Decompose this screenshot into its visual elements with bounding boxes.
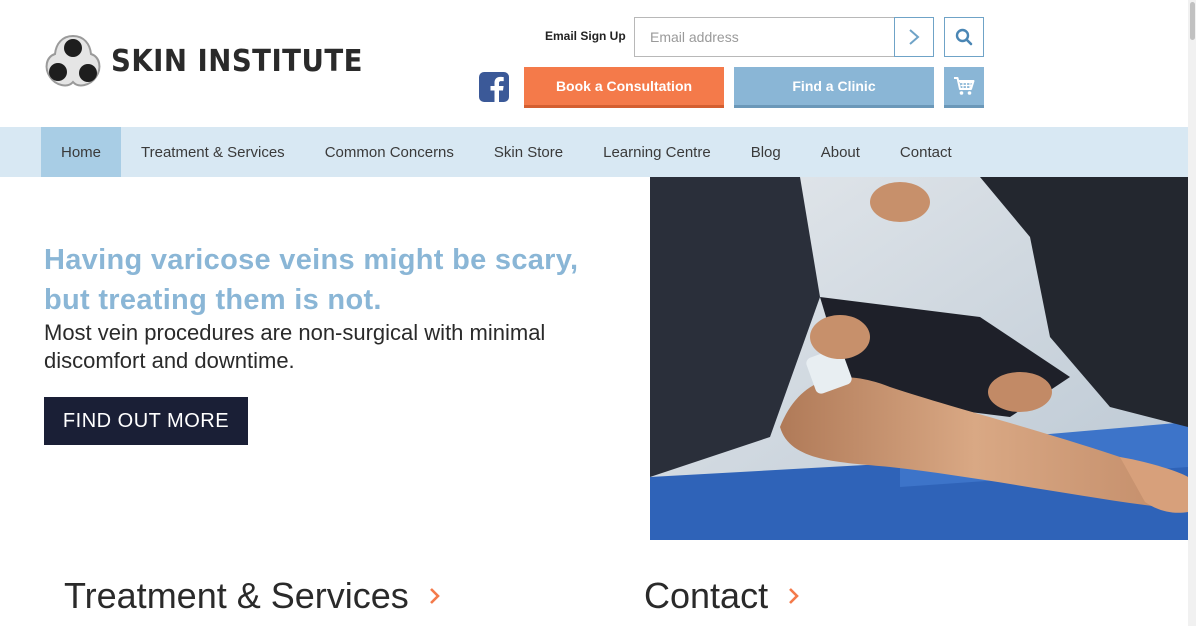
section-contact-title: Contact bbox=[644, 575, 769, 616]
site-logo[interactable]: SKIN INSTITUTE bbox=[44, 32, 385, 90]
scrollbar-thumb[interactable] bbox=[1190, 2, 1195, 40]
three-dots-logo-icon bbox=[44, 32, 102, 90]
cart-button[interactable] bbox=[944, 67, 984, 108]
page-scrollbar[interactable] bbox=[1188, 0, 1196, 626]
find-clinic-button[interactable]: Find a Clinic bbox=[734, 67, 934, 108]
chevron-right-icon bbox=[789, 588, 799, 604]
email-field[interactable] bbox=[634, 17, 895, 57]
section-treatment-services[interactable]: Treatment & Services bbox=[64, 575, 441, 617]
email-signup-label: Email Sign Up bbox=[545, 29, 626, 43]
section-treatment-services-title: Treatment & Services bbox=[64, 575, 409, 616]
nav-item-home[interactable]: Home bbox=[41, 127, 122, 177]
brand-name: SKIN INSTITUTE bbox=[111, 43, 363, 79]
chevron-right-icon bbox=[909, 29, 920, 45]
nav-item-about[interactable]: About bbox=[801, 127, 880, 177]
nav-item-learning-centre[interactable]: Learning Centre bbox=[583, 127, 731, 177]
facebook-icon[interactable] bbox=[479, 72, 509, 102]
search-icon bbox=[955, 28, 973, 46]
chevron-right-icon bbox=[429, 588, 440, 604]
main-nav: Home Treatment & Services Common Concern… bbox=[0, 127, 1188, 177]
book-consultation-button[interactable]: Book a Consultation bbox=[524, 67, 724, 108]
hero-title: Having varicose veins might be scary, bu… bbox=[44, 244, 579, 316]
nav-item-contact[interactable]: Contact bbox=[880, 127, 972, 177]
search-button[interactable] bbox=[944, 17, 984, 57]
nav-item-treatment-services[interactable]: Treatment & Services bbox=[121, 127, 305, 177]
hero-image bbox=[650, 177, 1188, 540]
site-header: SKIN INSTITUTE Email Sign Up Book a Cons… bbox=[0, 0, 1188, 127]
email-submit-button[interactable] bbox=[894, 17, 934, 57]
nav-item-common-concerns[interactable]: Common Concerns bbox=[305, 127, 474, 177]
nav-item-blog[interactable]: Blog bbox=[731, 127, 801, 177]
nav-item-skin-store[interactable]: Skin Store bbox=[474, 127, 583, 177]
shopping-cart-icon bbox=[954, 77, 975, 95]
section-contact[interactable]: Contact bbox=[644, 575, 800, 617]
find-out-more-button[interactable]: FIND OUT MORE bbox=[44, 397, 248, 445]
hero-subtitle: Most vein procedures are non-surgical wi… bbox=[44, 320, 546, 373]
